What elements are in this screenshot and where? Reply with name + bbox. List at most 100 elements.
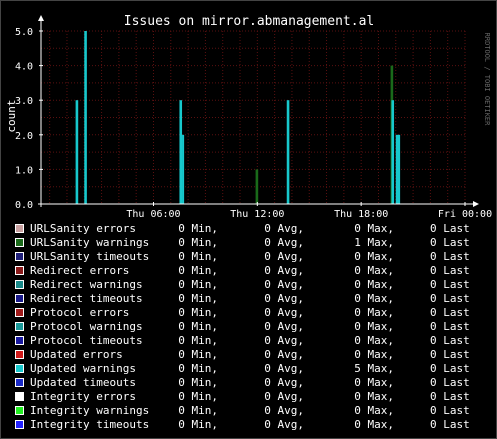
legend-max: 1 Max, <box>354 236 394 249</box>
legend-max: 0 Max, <box>354 418 394 431</box>
legend-avg: 0 Avg, <box>264 362 304 375</box>
legend-min: 0 Min, <box>178 348 218 361</box>
legend-max: 0 Max, <box>354 222 394 235</box>
legend-max: 0 Max, <box>354 334 394 347</box>
legend-last: 0 Last <box>430 334 470 347</box>
spike-mark <box>395 134 401 204</box>
legend-row: Redirect errors 0 Min, 0 Avg, 0 Max, 0 Last <box>0 264 497 278</box>
legend-row: Redirect timeouts 0 Min, 0 Avg, 0 Max, 0 Las… <box>0 292 497 306</box>
legend-series-name: Redirect errors <box>30 264 130 277</box>
legend-series-name: Protocol warnings <box>30 320 143 333</box>
legend-max: 0 Max, <box>354 376 394 389</box>
y-tick-label: 4.0 <box>15 62 33 73</box>
legend-swatch <box>15 280 24 289</box>
legend-series-name: Integrity timeouts <box>30 418 150 431</box>
spike-mark <box>255 169 259 204</box>
legend-row: Updated timeouts 0 Min, 0 Avg, 0 Max, 0 Last <box>0 376 497 390</box>
legend-avg: 0 Avg, <box>264 306 304 319</box>
legend-row: Integrity timeouts 0 Min, 0 Avg, 0 Max, 0 La… <box>0 418 497 432</box>
legend-swatch <box>15 336 24 345</box>
legend-min: 0 Min, <box>178 278 218 291</box>
legend-swatch <box>15 378 24 387</box>
legend-row: URLSanity warnings 0 Min, 0 Avg, 1 Max, 0 La… <box>0 236 497 250</box>
legend-min: 0 Min, <box>178 250 218 263</box>
legend-swatch <box>15 364 24 373</box>
legend-row: Protocol warnings 0 Min, 0 Avg, 0 Max, 0 Las… <box>0 320 497 334</box>
watermark: RRDTOOL / TOBI OETIKER <box>483 33 491 127</box>
legend-max: 0 Max, <box>354 348 394 361</box>
legend-series-name: URLSanity timeouts <box>30 250 150 263</box>
spike-mark <box>75 100 79 204</box>
legend-last: 0 Last <box>430 278 470 291</box>
legend-last: 0 Last <box>430 376 470 389</box>
y-tick-label: 1.0 <box>15 165 33 176</box>
legend-max: 0 Max, <box>354 264 394 277</box>
spike-mark <box>286 100 290 204</box>
x-axis-arrow <box>473 201 479 207</box>
legend-swatch <box>15 322 24 331</box>
legend-last: 0 Last <box>430 250 470 263</box>
legend-avg: 0 Avg, <box>264 292 304 305</box>
legend-series-name: Protocol errors <box>30 306 130 319</box>
legend-max: 0 Max, <box>354 404 394 417</box>
legend-last: 0 Last <box>430 362 470 375</box>
legend-series-name: Integrity warnings <box>30 404 150 417</box>
legend-series-name: URLSanity warnings <box>30 236 150 249</box>
legend-avg: 0 Avg, <box>264 390 304 403</box>
legend-swatch <box>15 420 24 429</box>
legend-row: Updated warnings 0 Min, 0 Avg, 5 Max, 0 Last <box>0 362 497 376</box>
legend-avg: 0 Avg, <box>264 348 304 361</box>
legend-avg: 0 Avg, <box>264 222 304 235</box>
legend-row: URLSanity errors 0 Min, 0 Avg, 0 Max, 0 Last <box>0 222 497 236</box>
legend-last: 0 Last <box>430 264 470 277</box>
legend-series-name: Redirect warnings <box>30 278 143 291</box>
x-tick-label: Thu 18:00 <box>334 209 388 220</box>
spike-mark <box>84 31 87 204</box>
legend-avg: 0 Avg, <box>264 404 304 417</box>
y-axis-arrow <box>38 15 44 21</box>
legend-row: Protocol timeouts 0 Min, 0 Avg, 0 Max, 0 Las… <box>0 334 497 348</box>
legend-last: 0 Last <box>430 292 470 305</box>
legend-max: 0 Max, <box>354 390 394 403</box>
legend-last: 0 Last <box>430 236 470 249</box>
legend-row: URLSanity timeouts 0 Min, 0 Avg, 0 Max, 0 La… <box>0 250 497 264</box>
legend-series-name: Protocol timeouts <box>30 334 143 347</box>
legend-last: 0 Last <box>430 348 470 361</box>
legend-swatch <box>15 308 24 317</box>
legend-series-name: Integrity errors <box>30 390 136 403</box>
plot-area: 0.0 1.0 2.0 3.0 4.0 5.0 Thu 06:00 Thu 12:00 Thu … <box>15 15 492 220</box>
legend-min: 0 Min, <box>178 236 218 249</box>
x-tick-label: Fri 00:00 <box>438 209 492 220</box>
legend-min: 0 Min, <box>178 418 218 431</box>
legend-avg: 0 Avg, <box>264 320 304 333</box>
legend-max: 0 Max, <box>354 320 394 333</box>
legend-series-name: Updated timeouts <box>30 376 136 389</box>
legend-series-name: Updated warnings <box>30 362 136 375</box>
legend-swatch <box>15 238 24 247</box>
spike-mark <box>391 100 395 204</box>
legend-min: 0 Min, <box>178 306 218 319</box>
legend-series-name: URLSanity errors <box>30 222 136 235</box>
y-tick-label: 5.0 <box>15 27 33 38</box>
legend-last: 0 Last <box>430 390 470 403</box>
legend-max: 5 Max, <box>354 362 394 375</box>
legend-last: 0 Last <box>430 222 470 235</box>
legend-avg: 0 Avg, <box>264 250 304 263</box>
legend-avg: 0 Avg, <box>264 418 304 431</box>
legend-row: Protocol errors 0 Min, 0 Avg, 0 Max, 0 Last <box>0 306 497 320</box>
legend-min: 0 Min, <box>178 264 218 277</box>
legend-min: 0 Min, <box>178 334 218 347</box>
x-tick-label: Thu 06:00 <box>126 209 180 220</box>
spike-mark <box>179 100 183 204</box>
legend-swatch <box>15 266 24 275</box>
legend-row: Redirect warnings 0 Min, 0 Avg, 0 Max, 0 Las… <box>0 278 497 292</box>
legend-swatch <box>15 350 24 359</box>
y-tick-label: 2.0 <box>15 131 33 142</box>
legend-last: 0 Last <box>430 418 470 431</box>
y-tick-label: 0.0 <box>15 200 33 211</box>
legend-max: 0 Max, <box>354 250 394 263</box>
legend-last: 0 Last <box>430 306 470 319</box>
legend-min: 0 Min, <box>178 320 218 333</box>
spike-mark <box>182 134 185 204</box>
legend-min: 0 Min, <box>178 390 218 403</box>
